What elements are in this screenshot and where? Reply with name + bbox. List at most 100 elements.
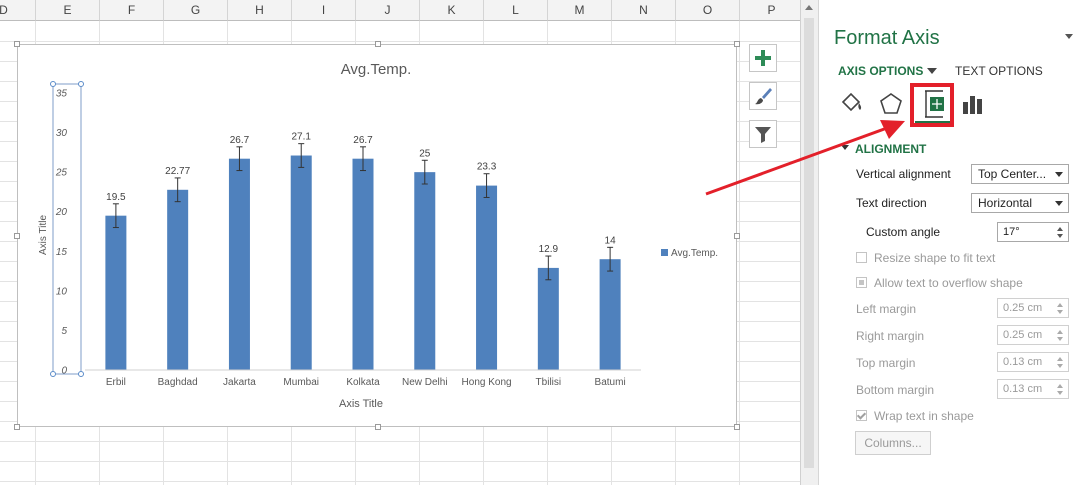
column-header[interactable]: F	[100, 0, 164, 21]
x-tick-label[interactable]: Tbilisi	[536, 377, 562, 388]
chart-handle-top-middle[interactable]	[375, 41, 381, 47]
chart-styles-button[interactable]	[749, 82, 777, 110]
columns-button[interactable]: Columns...	[855, 431, 931, 455]
column-header[interactable]: J	[356, 0, 420, 21]
right-margin-spinner[interactable]: 0.25 cm	[997, 325, 1069, 345]
chart-handle-top-right[interactable]	[734, 41, 740, 47]
spin-down-icon[interactable]	[1057, 364, 1063, 368]
x-tick-label[interactable]: Kolkata	[346, 377, 380, 388]
wrap-text-checkbox[interactable]	[856, 410, 867, 421]
x-tick-label[interactable]: Batumi	[595, 377, 626, 388]
spin-down-icon[interactable]	[1057, 234, 1063, 238]
column-header[interactable]: H	[228, 0, 292, 21]
chart-handle-left-middle[interactable]	[14, 233, 20, 239]
x-tick-label[interactable]: Mumbai	[283, 377, 319, 388]
data-label[interactable]: 25	[419, 148, 431, 159]
chart-handle-right-middle[interactable]	[734, 233, 740, 239]
x-tick-label[interactable]: Erbil	[106, 377, 126, 388]
chart-elements-button[interactable]	[749, 44, 777, 72]
spin-up-icon[interactable]	[1057, 357, 1063, 361]
scroll-thumb[interactable]	[804, 18, 814, 468]
bar[interactable]	[167, 189, 189, 370]
y-tick-label[interactable]: 0	[61, 366, 67, 377]
tab-text-options[interactable]: TEXT OPTIONS	[955, 64, 1043, 78]
legend-label[interactable]: Avg.Temp.	[671, 248, 718, 259]
data-label[interactable]: 26.7	[230, 135, 250, 146]
effects-pentagon-icon[interactable]	[877, 90, 905, 118]
data-label[interactable]: 23.3	[477, 162, 497, 173]
scroll-up-arrow-icon[interactable]	[805, 5, 813, 10]
column-header[interactable]: L	[484, 0, 548, 21]
chart-area[interactable]: Avg.Temp. 0 5 10 15 20 25 30 35 19.5 22.77 26.7 27…	[14, 41, 740, 430]
custom-angle-spinner[interactable]: 17°	[997, 222, 1069, 242]
y-tick-label[interactable]: 15	[56, 247, 68, 258]
y-tick-label[interactable]: 5	[61, 326, 67, 337]
spin-down-icon[interactable]	[1057, 337, 1063, 341]
data-label[interactable]: 14	[605, 235, 617, 246]
section-alignment[interactable]: ALIGNMENT	[855, 142, 926, 156]
bar[interactable]	[599, 259, 621, 370]
column-header[interactable]: O	[676, 0, 740, 21]
chart-filters-button[interactable]	[749, 120, 777, 148]
top-margin-spinner[interactable]: 0.13 cm	[997, 352, 1069, 372]
column-header[interactable]: E	[36, 0, 100, 21]
column-header[interactable]: I	[292, 0, 356, 21]
y-axis-title-handle-bottom-left[interactable]	[50, 371, 56, 377]
bar[interactable]	[105, 215, 127, 370]
x-tick-label[interactable]: Baghdad	[158, 377, 198, 388]
x-axis-title[interactable]: Axis Title	[339, 398, 383, 410]
text-direction-select[interactable]: Horizontal	[971, 193, 1069, 213]
pane-options-caret-icon[interactable]	[1065, 34, 1073, 39]
chart-handle-bottom-middle[interactable]	[375, 424, 381, 430]
axis-options-bar-icon[interactable]	[959, 90, 987, 118]
data-label[interactable]: 27.1	[291, 132, 311, 143]
column-header[interactable]: N	[612, 0, 676, 21]
x-tick-label[interactable]: Hong Kong	[462, 377, 512, 388]
bar[interactable]	[228, 158, 250, 370]
data-label[interactable]: 26.7	[353, 135, 373, 146]
column-header[interactable]: G	[164, 0, 228, 21]
resize-shape-checkbox[interactable]	[856, 252, 867, 263]
axis-options-dropdown-icon[interactable]	[927, 68, 937, 74]
data-label[interactable]: 12.9	[539, 244, 559, 255]
chart-title[interactable]: Avg.Temp.	[341, 61, 412, 78]
chart-handle-top-left[interactable]	[14, 41, 20, 47]
x-tick-label[interactable]: Jakarta	[223, 377, 256, 388]
y-axis-title-handle-bottom-right[interactable]	[78, 371, 84, 377]
y-axis-title[interactable]: Axis Title	[38, 215, 49, 255]
spin-up-icon[interactable]	[1057, 384, 1063, 388]
y-tick-label[interactable]: 25	[55, 168, 68, 179]
left-margin-spinner[interactable]: 0.25 cm	[997, 298, 1069, 318]
bar[interactable]	[414, 172, 436, 370]
column-header[interactable]: P	[740, 0, 800, 21]
y-tick-label[interactable]: 30	[56, 128, 68, 139]
y-axis-title-handle-top-left[interactable]	[50, 81, 56, 87]
spin-up-icon[interactable]	[1057, 303, 1063, 307]
y-tick-label[interactable]: 20	[55, 207, 68, 218]
y-axis-title-handle-top-right[interactable]	[78, 81, 84, 87]
vertical-scrollbar[interactable]	[800, 0, 818, 485]
bar[interactable]	[290, 155, 312, 370]
spin-down-icon[interactable]	[1057, 391, 1063, 395]
bar[interactable]	[476, 185, 498, 370]
allow-overflow-checkbox[interactable]	[856, 277, 867, 288]
tab-axis-options[interactable]: AXIS OPTIONS	[838, 64, 923, 78]
x-tick-label[interactable]: New Delhi	[402, 377, 448, 388]
y-tick-label[interactable]: 35	[56, 89, 68, 100]
column-header[interactable]: M	[548, 0, 612, 21]
bar[interactable]	[537, 267, 559, 370]
spin-up-icon[interactable]	[1057, 330, 1063, 334]
chart-handle-bottom-right[interactable]	[734, 424, 740, 430]
bar[interactable]	[352, 158, 374, 370]
spreadsheet-area[interactable]: DEFGHIJKLMNOP Avg.Temp. 0 5 10 15 20 25 30 35 1…	[0, 0, 800, 485]
y-tick-label[interactable]: 10	[56, 286, 68, 297]
data-label[interactable]: 22.77	[165, 166, 190, 177]
section-collapse-caret-icon[interactable]	[841, 145, 849, 150]
column-header[interactable]: D	[0, 0, 36, 21]
chart-handle-bottom-left[interactable]	[14, 424, 20, 430]
spin-down-icon[interactable]	[1057, 310, 1063, 314]
fill-line-icon[interactable]	[837, 90, 865, 118]
column-header[interactable]: K	[420, 0, 484, 21]
vertical-alignment-select[interactable]: Top Center...	[971, 164, 1069, 184]
bottom-margin-spinner[interactable]: 0.13 cm	[997, 379, 1069, 399]
